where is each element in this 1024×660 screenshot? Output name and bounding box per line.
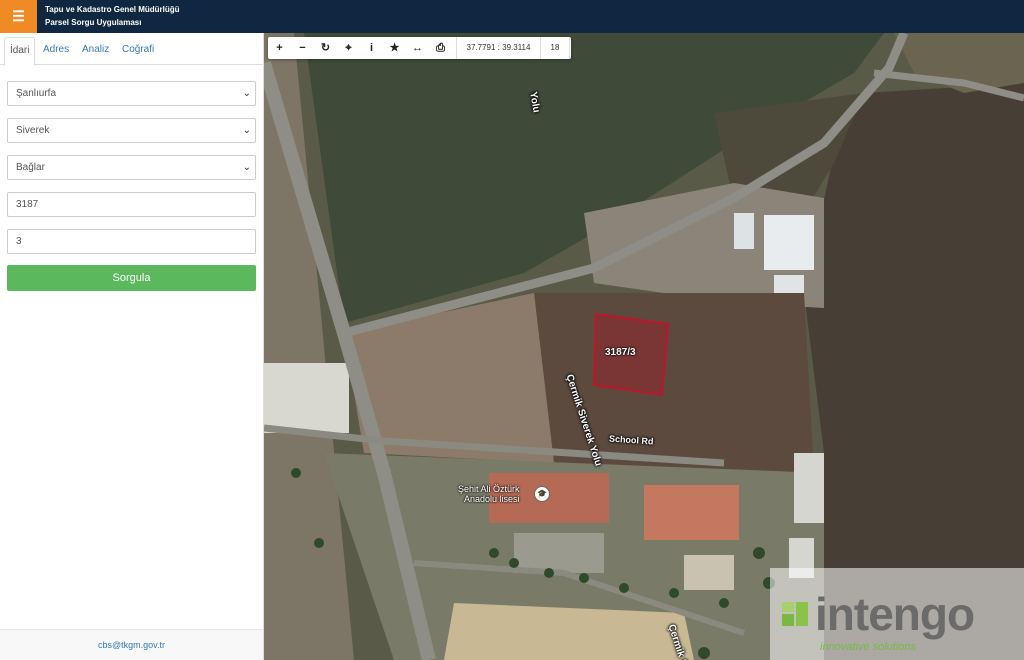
school-poi-line2: Anadolu lisesi <box>464 494 520 504</box>
print-icon[interactable]: ⎙ <box>429 37 452 59</box>
app-title-line2: Parsel Sorgu Uygulaması <box>45 18 142 27</box>
school-building <box>684 555 734 590</box>
refresh-icon[interactable]: ↻ <box>314 37 337 59</box>
satellite-imagery <box>264 33 1024 660</box>
warehouse-roof <box>764 215 814 270</box>
neighborhood-value: Bağlar <box>16 162 45 173</box>
school-icon[interactable]: 🎓 <box>534 486 550 502</box>
app-header: ☰ Tapu ve Kadastro Genel Müdürlüğü Parse… <box>0 0 1024 33</box>
tab-bar: İdari Adres Analiz Coğrafi <box>0 33 263 66</box>
school-poi-label: Şehit Ali Öztürk Anadolu lisesi <box>458 484 520 504</box>
district-select[interactable]: Siverek ⌄ <box>7 118 256 143</box>
locate-icon[interactable]: ⌖ <box>337 37 360 59</box>
zoom-out-icon[interactable]: − <box>291 37 314 59</box>
info-icon[interactable]: i <box>360 37 383 59</box>
watermark-tagline: innovative solutions <box>820 641 917 653</box>
contact-email-link[interactable]: cbs@tkgm.gov.tr <box>98 640 165 650</box>
tab-adres[interactable]: Adres <box>38 37 74 63</box>
app-title: Tapu ve Kadastro Genel Müdürlüğü Parsel … <box>45 3 180 29</box>
zoom-in-icon[interactable]: + <box>268 37 291 59</box>
query-button[interactable]: Sorgula <box>7 265 256 291</box>
warehouse-roof <box>734 213 754 249</box>
school-poi-line1: Şehit Ali Öztürk <box>458 484 520 494</box>
district-value: Siverek <box>16 125 50 136</box>
parcel-number-input[interactable]: 3 <box>7 229 256 254</box>
watermark: intengo innovative solutions <box>770 568 1024 660</box>
tab-analiz[interactable]: Analiz <box>77 37 114 63</box>
sidebar: İdari Adres Analiz Coğrafi Şanlıurfa ⌄ S… <box>0 33 264 660</box>
intengo-logo-icon <box>782 602 808 626</box>
hamburger-menu-button[interactable]: ☰ <box>0 0 37 33</box>
province-value: Şanlıurfa <box>16 88 57 99</box>
chevron-down-icon: ⌄ <box>242 125 251 136</box>
coordinate-readout: 37.7791 : 39.3114 <box>456 37 540 59</box>
star-icon[interactable]: ★ <box>383 37 406 59</box>
map-toolbar: + − ↻ ⌖ i ★ ↔ ⎙ 37.7791 : 39.3114 18 <box>268 37 571 59</box>
map-view[interactable]: School Rd Çermik Siverek Yolu Çermik Siv… <box>264 33 1024 660</box>
zoom-level: 18 <box>540 37 570 59</box>
app-title-line1: Tapu ve Kadastro Genel Müdürlüğü <box>45 5 180 14</box>
block-number-input[interactable]: 3187 <box>7 192 256 217</box>
tab-idari[interactable]: İdari <box>4 37 36 66</box>
neighborhood-select[interactable]: Bağlar ⌄ <box>7 155 256 180</box>
courtyard <box>514 533 604 573</box>
shed-roof <box>794 453 824 523</box>
parcel-label: 3187/3 <box>605 347 636 358</box>
white-lot <box>264 363 349 433</box>
menu-icon: ☰ <box>12 8 25 24</box>
chevron-down-icon: ⌄ <box>242 88 251 99</box>
watermark-brand: intengo <box>815 588 975 640</box>
measure-icon[interactable]: ↔ <box>406 37 429 59</box>
tab-cografi[interactable]: Coğrafi <box>117 37 159 63</box>
chevron-down-icon: ⌄ <box>242 162 251 173</box>
province-select[interactable]: Şanlıurfa ⌄ <box>7 81 256 106</box>
school-building <box>644 485 739 540</box>
sidebar-footer: cbs@tkgm.gov.tr <box>0 629 263 660</box>
